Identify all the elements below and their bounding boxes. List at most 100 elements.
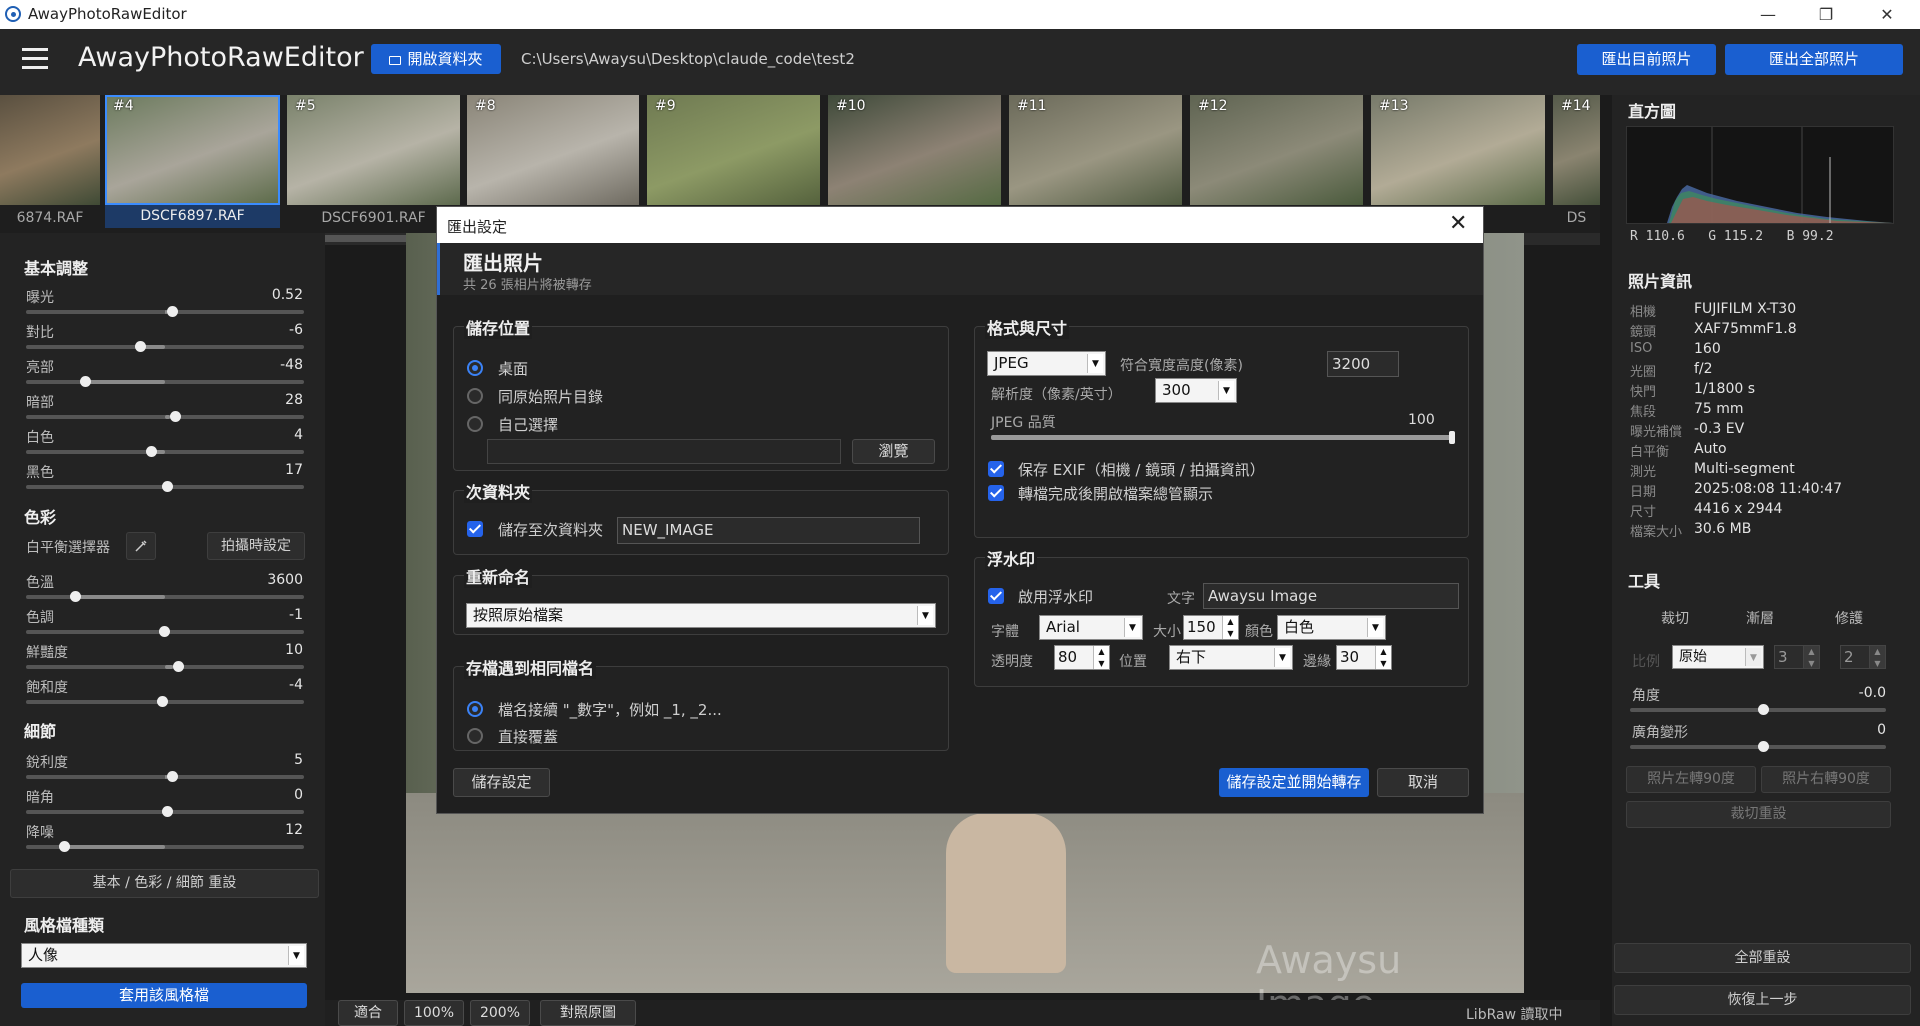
open-folder-button[interactable]: 開啟資料夾 <box>371 44 501 74</box>
slider-knob[interactable] <box>162 806 173 817</box>
save-settings-button[interactable]: 儲存設定 <box>453 768 550 797</box>
rename-group: 重新命名 按照原始檔案 ▼ <box>453 564 949 635</box>
slider-knob[interactable] <box>173 661 184 672</box>
opacity-value: 80 <box>1058 648 1078 666</box>
rotate-left-button[interactable]: 照片左轉90度 <box>1626 766 1756 793</box>
filmstrip-thumb[interactable]: #14 DS <box>1553 95 1600 233</box>
eyedropper-icon[interactable] <box>126 532 156 560</box>
open-explorer-checkbox[interactable] <box>988 485 1004 501</box>
reset-basic-color-detail-button[interactable]: 基本 / 色彩 / 細節 重設 <box>10 869 319 898</box>
histogram-title: 直方圖 <box>1628 102 1677 121</box>
undo-button[interactable]: 恢復上一步 <box>1614 985 1911 1015</box>
watermark-enable-checkbox[interactable] <box>988 588 1004 604</box>
filmstrip-thumb[interactable]: 6874.RAF <box>0 95 100 233</box>
subfolder-checkbox[interactable] <box>467 521 483 537</box>
position-label: 位置 <box>1119 654 1147 670</box>
slider-track[interactable] <box>26 411 304 422</box>
export-current-button[interactable]: 匯出目前照片 <box>1577 44 1716 75</box>
cancel-button[interactable]: 取消 <box>1377 768 1469 797</box>
slider-track[interactable] <box>26 661 304 672</box>
slider-track[interactable] <box>26 806 304 817</box>
slider-track[interactable] <box>26 771 304 782</box>
filmstrip-thumb[interactable]: #5 DSCF6901.RAF <box>287 95 460 233</box>
save-and-export-button[interactable]: 儲存設定並開始轉存 <box>1219 768 1369 797</box>
wb-as-shot-button[interactable]: 拍攝時設定 <box>207 532 305 560</box>
slider-knob[interactable] <box>157 696 168 707</box>
zoom-100-button[interactable]: 100% <box>404 1000 464 1026</box>
slider-track[interactable] <box>26 626 304 637</box>
lens-knob[interactable] <box>1758 741 1769 752</box>
lens-distortion-slider[interactable] <box>1630 741 1886 752</box>
subfolder-title: 次資料夾 <box>464 479 533 503</box>
ratio-select[interactable]: 原始 ▼ <box>1672 645 1764 669</box>
slider-knob[interactable] <box>162 481 173 492</box>
slider-track[interactable] <box>26 376 304 387</box>
crop-reset-button[interactable]: 裁切重設 <box>1626 801 1891 828</box>
thumb-filename: DS <box>1566 210 1587 226</box>
tool-heal-tab[interactable]: 修護 <box>1835 608 1863 628</box>
slider-knob[interactable] <box>167 306 178 317</box>
fit-size-input[interactable]: 3200 <box>1327 351 1399 377</box>
slider-track[interactable] <box>26 481 304 492</box>
chevron-down-icon: ▼ <box>1087 354 1103 373</box>
angle-knob[interactable] <box>1758 704 1769 715</box>
restore-button[interactable]: ❐ <box>1803 0 1849 29</box>
watermark-text-input[interactable]: Awaysu Image <box>1203 583 1459 609</box>
filmstrip-thumb[interactable]: #4 DSCF6897.RAF <box>105 95 280 233</box>
slider-track[interactable] <box>26 841 304 852</box>
angle-slider[interactable] <box>1630 704 1886 715</box>
rotate-right-button[interactable]: 照片右轉90度 <box>1761 766 1891 793</box>
jpeg-quality-knob[interactable] <box>1449 431 1455 444</box>
slider-knob[interactable] <box>70 591 81 602</box>
slider-track[interactable] <box>26 591 304 602</box>
folder-icon <box>389 56 402 65</box>
ratio-height-spinner[interactable]: 2 ▲ ▼ <box>1840 645 1886 669</box>
exif-checkbox[interactable] <box>988 461 1004 477</box>
tool-crop-tab[interactable]: 裁切 <box>1661 608 1689 628</box>
zoom-200-button[interactable]: 200% <box>470 1000 530 1026</box>
slider-track[interactable] <box>26 341 304 352</box>
size-spinner[interactable]: 150 ▲ ▼ <box>1183 615 1239 640</box>
margin-spinner[interactable]: 30 ▲ ▼ <box>1336 645 1392 670</box>
menu-hamburger-icon[interactable] <box>22 48 48 70</box>
slider-knob[interactable] <box>170 411 181 422</box>
slider-knob[interactable] <box>159 626 170 637</box>
rename-select[interactable]: 按照原始檔案 ▼ <box>466 603 936 628</box>
slider-knob[interactable] <box>80 376 91 387</box>
ratio-width-spinner[interactable]: 3 ▲ ▼ <box>1774 645 1820 669</box>
custom-path-input[interactable] <box>487 439 841 464</box>
reset-all-button[interactable]: 全部重設 <box>1614 943 1911 973</box>
radio-overwrite[interactable] <box>467 728 483 744</box>
position-select[interactable]: 右下 ▼ <box>1169 645 1293 670</box>
slider-label: 曝光 <box>26 290 54 306</box>
dpi-select[interactable]: 300 ▼ <box>1155 378 1237 403</box>
slider-knob[interactable] <box>135 341 146 352</box>
slider-track[interactable] <box>26 446 304 457</box>
tool-gradient-tab[interactable]: 漸層 <box>1746 608 1774 628</box>
format-select[interactable]: JPEG ▼ <box>987 351 1106 376</box>
color-select[interactable]: 白色 ▼ <box>1277 615 1386 640</box>
dialog-close-icon[interactable]: ✕ <box>1449 211 1467 236</box>
slider-knob[interactable] <box>167 771 178 782</box>
window-titlebar: AwayPhotoRawEditor — ❐ ✕ <box>0 0 1920 29</box>
radio-custom[interactable] <box>467 416 483 432</box>
browse-button[interactable]: 瀏覽 <box>852 439 935 464</box>
compare-original-button[interactable]: 對照原圖 <box>540 1000 636 1026</box>
zoom-fit-button[interactable]: 適合 <box>338 1000 398 1026</box>
subfolder-name-input[interactable]: NEW_IMAGE <box>617 517 920 544</box>
apply-style-button[interactable]: 套用該風格檔 <box>21 983 307 1008</box>
export-all-button[interactable]: 匯出全部照片 <box>1725 44 1903 75</box>
slider-knob[interactable] <box>146 446 157 457</box>
minimize-button[interactable]: — <box>1745 0 1791 29</box>
font-select[interactable]: Arial ▼ <box>1039 615 1143 640</box>
radio-append-number[interactable] <box>467 701 483 717</box>
jpeg-quality-slider[interactable] <box>991 431 1455 444</box>
opacity-spinner[interactable]: 80 ▲ ▼ <box>1054 645 1110 670</box>
slider-knob[interactable] <box>59 841 70 852</box>
radio-desktop[interactable] <box>467 360 483 376</box>
radio-same-dir[interactable] <box>467 388 483 404</box>
slider-track[interactable] <box>26 306 304 317</box>
slider-track[interactable] <box>26 696 304 707</box>
close-window-button[interactable]: ✕ <box>1864 0 1910 29</box>
style-select[interactable]: 人像 ▼ <box>21 943 307 968</box>
